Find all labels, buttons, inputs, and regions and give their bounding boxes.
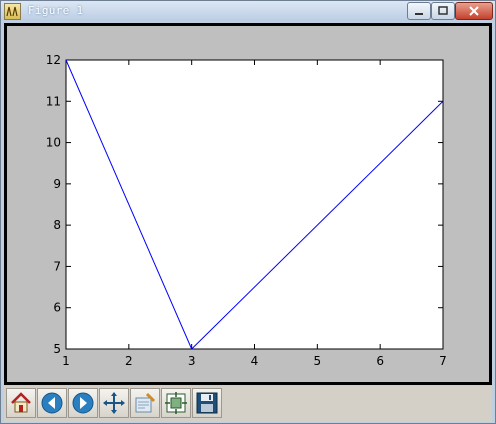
save-button[interactable] [192, 388, 222, 418]
y-tick-label: 5 [53, 342, 61, 356]
y-tick-label: 11 [46, 94, 61, 108]
minimize-icon [415, 13, 423, 15]
close-button[interactable] [455, 2, 493, 20]
x-tick-label: 7 [439, 354, 447, 368]
x-tick-label: 3 [188, 354, 196, 368]
x-tick-label: 2 [125, 354, 133, 368]
x-tick-label: 5 [314, 354, 322, 368]
matplotlib-app-icon [4, 3, 21, 20]
move-arrows-icon [103, 392, 125, 414]
y-tick-label: 12 [46, 53, 61, 67]
back-arrow-icon [41, 392, 63, 414]
y-tick-label: 6 [53, 301, 61, 315]
maximize-icon [438, 6, 448, 15]
y-tick-label: 8 [53, 218, 61, 232]
window-title: Figure 1 [28, 4, 84, 17]
maximize-button[interactable] [431, 2, 455, 20]
home-button[interactable] [6, 388, 36, 418]
y-tick-label: 9 [53, 177, 61, 191]
back-button[interactable] [37, 388, 67, 418]
zoom-rectangle-icon [135, 392, 156, 413]
x-tick-label: 6 [376, 354, 384, 368]
subplots-icon [165, 392, 187, 414]
x-tick-label: 4 [251, 354, 259, 368]
axes-area [65, 59, 444, 350]
navigation-toolbar [4, 386, 492, 422]
forward-arrow-icon [72, 392, 94, 414]
floppy-disk-icon [196, 392, 218, 414]
zoom-button[interactable] [130, 388, 160, 418]
pan-button[interactable] [99, 388, 129, 418]
plot-canvas: 1 2 3 4 5 6 756789101112 [46, 53, 447, 368]
title-bar[interactable]: Figure 1 [1, 1, 495, 21]
x-tick-label: 1 [62, 354, 70, 368]
close-icon [469, 6, 479, 16]
home-icon [11, 392, 31, 413]
figure-window: Figure 1 1 2 3 4 5 6 7 5 6 7 8 9 10 11 12 [0, 0, 496, 424]
forward-button[interactable] [68, 388, 98, 418]
minimize-button[interactable] [407, 2, 431, 20]
figure-canvas: 1 2 3 4 5 6 7 5 6 7 8 9 10 11 12 [7, 26, 489, 382]
configure-subplots-button[interactable] [161, 388, 191, 418]
y-tick-label: 7 [53, 259, 61, 273]
y-tick-label: 10 [46, 136, 61, 150]
